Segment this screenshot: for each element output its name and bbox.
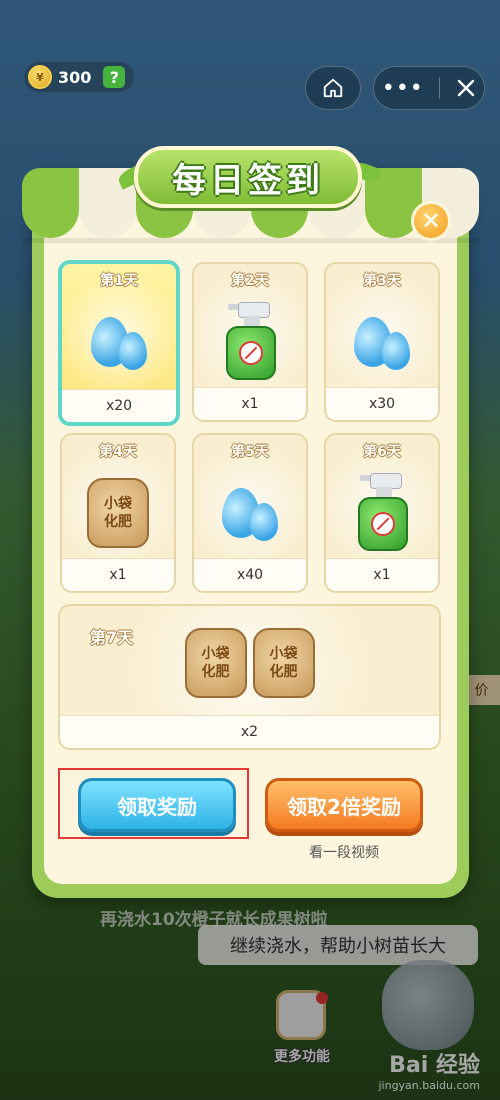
- day-card-7[interactable]: 第7天 小袋 化肥 小袋 化肥 x2: [58, 604, 441, 750]
- fertilizer-bag-icon: 小袋 化肥: [62, 469, 174, 557]
- watch-video-hint: 看一段视频: [309, 845, 379, 861]
- reward-quantity: x1: [326, 558, 438, 591]
- water-drop-icon: [326, 298, 438, 386]
- day-label: 第5天: [231, 444, 269, 460]
- water-drop-icon: [194, 469, 306, 557]
- reward-quantity: x20: [62, 389, 176, 422]
- water-drop-icon: [62, 298, 176, 386]
- day-label: 第4天: [99, 444, 137, 460]
- coin-balance: ¥ 300 ?: [24, 62, 134, 92]
- reward-quantity: x2: [60, 715, 439, 748]
- title-banner: 每日签到: [134, 146, 362, 208]
- modal-title: 每日签到: [172, 160, 324, 201]
- coin-icon: ¥: [28, 65, 52, 89]
- spray-bottle-icon: [326, 469, 438, 557]
- claim-double-reward-button[interactable]: 领取2倍奖励: [265, 778, 423, 832]
- modal-close-button[interactable]: ✕: [411, 201, 451, 241]
- reward-quantity: x1: [62, 558, 174, 591]
- day-label: 第2天: [231, 273, 269, 289]
- day-card-1[interactable]: 第1天 x20: [58, 260, 180, 426]
- day-label: 第6天: [363, 444, 401, 460]
- coin-count: 300: [58, 67, 92, 87]
- day-label: 第1天: [100, 273, 138, 289]
- claim-reward-button[interactable]: 领取奖励: [78, 778, 236, 832]
- day-card-3[interactable]: 第3天 x30: [324, 262, 440, 422]
- fertilizer-bag-icon: 小袋 化肥 小袋 化肥: [60, 618, 439, 708]
- home-icon: [323, 78, 343, 98]
- reward-quantity: x1: [194, 387, 306, 420]
- day-card-5[interactable]: 第5天 x40: [192, 433, 308, 593]
- home-button[interactable]: [305, 66, 361, 110]
- day-card-4[interactable]: 第4天 小袋 化肥 x1: [60, 433, 176, 593]
- reward-quantity: x40: [194, 558, 306, 591]
- help-button[interactable]: ?: [103, 66, 126, 88]
- spray-bottle-icon: [194, 298, 306, 386]
- day-label: 第3天: [363, 273, 401, 289]
- capsule-menu: •••: [373, 66, 485, 110]
- day-card-6[interactable]: 第6天 x1: [324, 433, 440, 593]
- more-icon[interactable]: •••: [382, 76, 424, 101]
- reward-quantity: x30: [326, 387, 438, 420]
- close-icon[interactable]: [456, 78, 476, 98]
- day-card-2[interactable]: 第2天 x1: [192, 262, 308, 422]
